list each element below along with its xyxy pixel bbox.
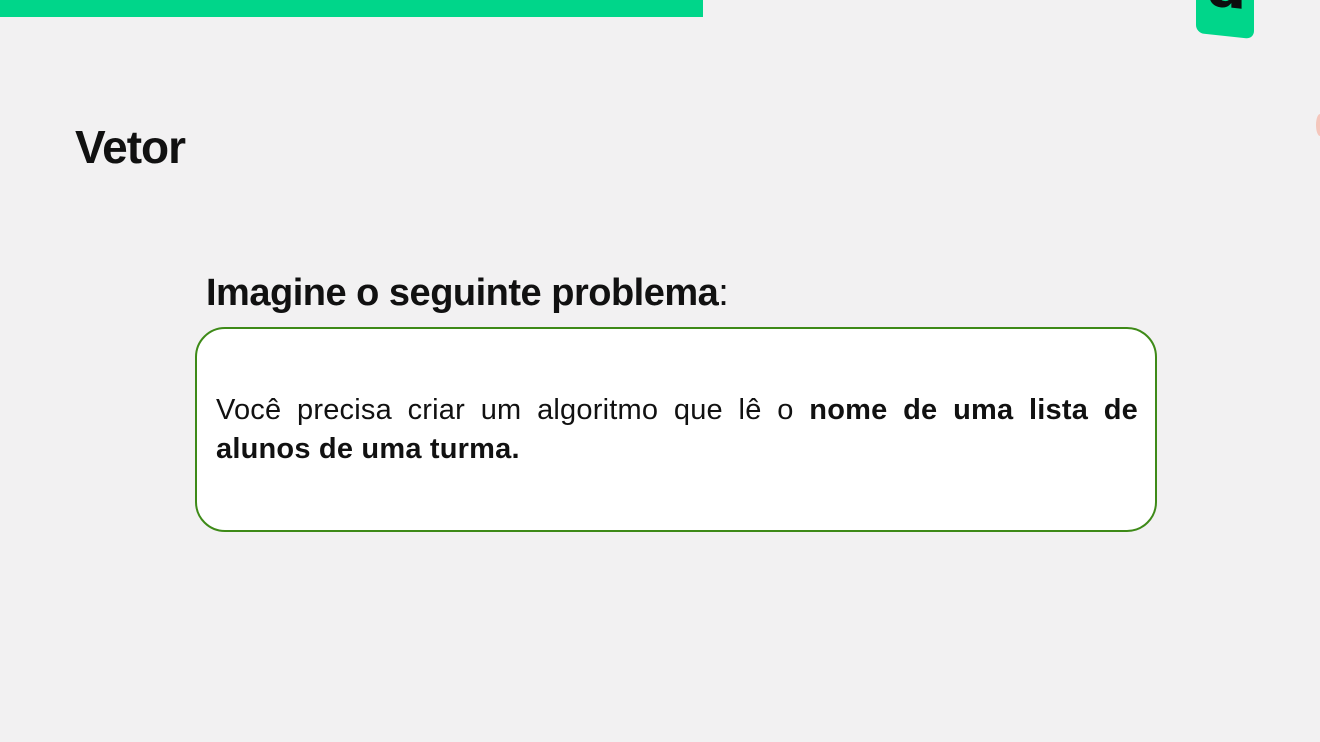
brand-logo-letter: a — [1207, 0, 1246, 23]
edge-decoration — [1316, 114, 1320, 136]
section-heading: Imagine o seguinte problema: — [206, 272, 729, 315]
progress-bar — [0, 0, 703, 17]
section-heading-text: Imagine o seguinte problema — [206, 272, 719, 314]
problem-text-regular: Você precisa criar um algoritmo que lê o — [216, 394, 810, 426]
brand-logo: a — [1196, 0, 1254, 40]
page-title: Vetor — [75, 121, 186, 173]
problem-box: Você precisa criar um algoritmo que lê o… — [195, 327, 1157, 532]
problem-text: Você precisa criar um algoritmo que lê o… — [216, 391, 1138, 469]
section-heading-colon: : — [718, 272, 729, 314]
